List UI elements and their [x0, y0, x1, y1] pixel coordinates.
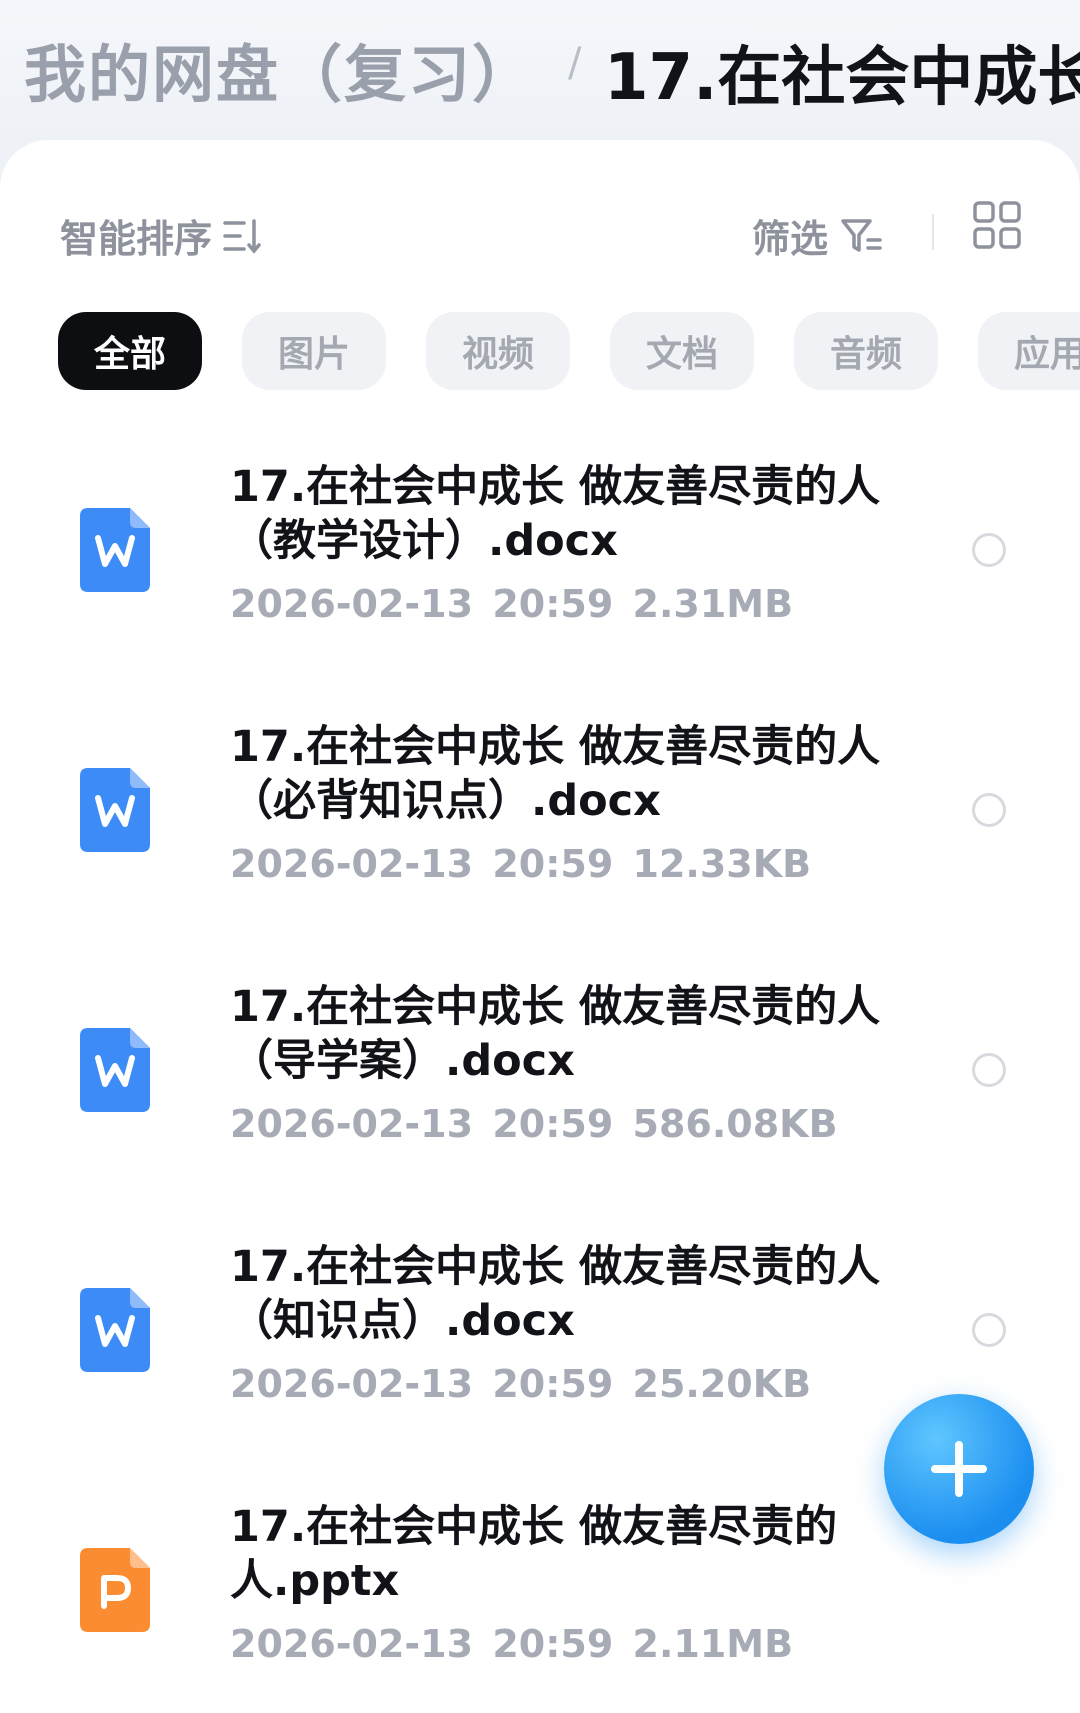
- file-size: 2.11MB: [632, 1622, 794, 1666]
- sort-label: 智能排序: [60, 217, 213, 261]
- file-meta: 2026-02-13 20:59 25.20KB: [230, 1362, 811, 1406]
- toolbar: 智能排序 筛选: [0, 200, 1080, 263]
- file-date: 2026-02-13: [230, 1362, 474, 1406]
- file-date: 2026-02-13: [230, 582, 474, 626]
- filter-label: 筛选: [752, 217, 829, 261]
- file-size: 12.33KB: [632, 842, 812, 886]
- select-checkbox[interactable]: [972, 1053, 1006, 1087]
- tab-images[interactable]: 图片: [242, 312, 386, 390]
- file-size: 2.31MB: [632, 582, 794, 626]
- tab-documents[interactable]: 文档: [610, 312, 754, 390]
- file-time: 20:59: [492, 1102, 614, 1146]
- sort-icon: [223, 218, 261, 254]
- file-name: 17.在社会中成长 做友善尽责的人（教学设计）.docx: [230, 462, 881, 566]
- category-tabs: 全部 图片 视频 文档 音频 应用: [58, 312, 1080, 392]
- file-time: 20:59: [492, 1622, 614, 1666]
- file-date: 2026-02-13: [230, 1622, 474, 1666]
- tab-all[interactable]: 全部: [58, 312, 202, 390]
- file-name: 17.在社会中成长 做友善尽责的人（必背知识点）.docx: [230, 722, 881, 826]
- file-meta: 2026-02-13 20:59 12.33KB: [230, 842, 811, 886]
- sort-button[interactable]: 智能排序: [60, 208, 266, 263]
- select-checkbox[interactable]: [972, 533, 1006, 567]
- file-time: 20:59: [492, 1362, 614, 1406]
- file-name: 17.在社会中成长 做友善尽责的人（知识点）.docx: [230, 1242, 881, 1346]
- select-checkbox[interactable]: [972, 1313, 1006, 1347]
- grid-view-icon: [973, 201, 1021, 249]
- file-size: 586.08KB: [632, 1102, 838, 1146]
- filter-button[interactable]: 筛选: [752, 208, 884, 263]
- select-checkbox[interactable]: [972, 793, 1006, 827]
- tab-apps[interactable]: 应用: [978, 312, 1080, 390]
- file-row[interactable]: 17.在社会中成长 做友善尽责的人（导学案）.docx 2026-02-13 2…: [0, 980, 1080, 1200]
- breadcrumb: 我的网盘（复习） / 17.在社会中成长: [0, 0, 1080, 140]
- file-name: 17.在社会中成长 做友善尽责的人（导学案）.docx: [230, 982, 881, 1086]
- file-row[interactable]: 17.在社会中成长 做友善尽责的人（必背知识点）.docx 2026-02-13…: [0, 720, 1080, 940]
- breadcrumb-separator: /: [568, 40, 582, 86]
- file-date: 2026-02-13: [230, 1102, 474, 1146]
- file-meta: 2026-02-13 20:59 2.31MB: [230, 582, 793, 626]
- grid-view-button[interactable]: [972, 200, 1022, 250]
- add-button[interactable]: [884, 1394, 1034, 1544]
- file-meta: 2026-02-13 20:59 2.11MB: [230, 1622, 793, 1666]
- breadcrumb-root[interactable]: 我的网盘（复习）: [24, 24, 536, 114]
- ppt-doc-icon: [80, 1548, 150, 1632]
- filter-icon: [841, 218, 882, 252]
- file-row[interactable]: 17.在社会中成长 做友善尽责的人（教学设计）.docx 2026-02-13 …: [0, 460, 1080, 680]
- file-name: 17.在社会中成长 做友善尽责的人.pptx: [230, 1502, 838, 1606]
- word-doc-icon: [80, 1288, 150, 1372]
- file-time: 20:59: [492, 582, 614, 626]
- file-time: 20:59: [492, 842, 614, 886]
- toolbar-divider: [932, 214, 934, 250]
- file-meta: 2026-02-13 20:59 586.08KB: [230, 1102, 838, 1146]
- file-date: 2026-02-13: [230, 842, 474, 886]
- word-doc-icon: [80, 508, 150, 592]
- word-doc-icon: [80, 1028, 150, 1112]
- file-size: 25.20KB: [632, 1362, 812, 1406]
- tab-videos[interactable]: 视频: [426, 312, 570, 390]
- breadcrumb-current-folder: 17.在社会中成长: [604, 41, 1080, 115]
- word-doc-icon: [80, 768, 150, 852]
- tab-audio[interactable]: 音频: [794, 312, 938, 390]
